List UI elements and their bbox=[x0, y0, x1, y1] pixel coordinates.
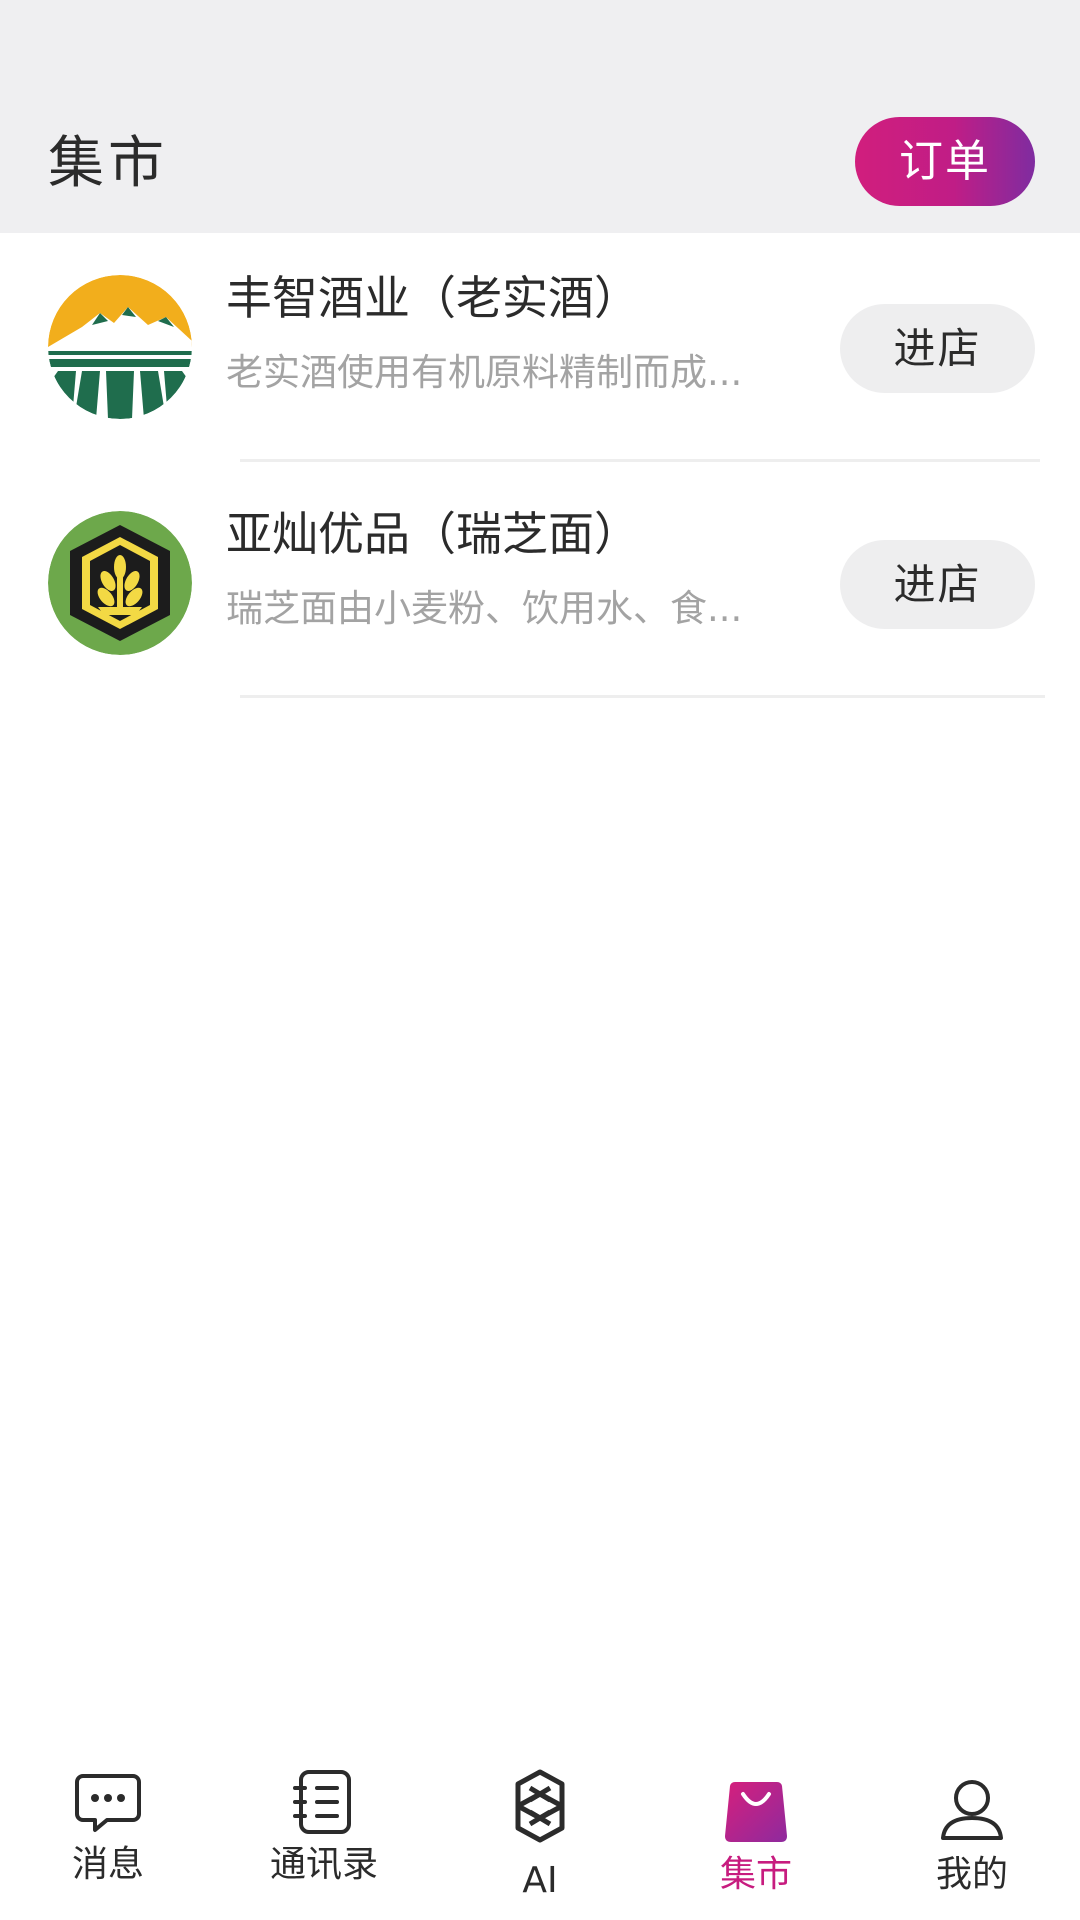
market-page: 集市 订单 丰智酒业（老实酒） 老实酒使用有机原料精制而成... 进店 亚灿优品… bbox=[0, 0, 1080, 1920]
ai-knot-icon bbox=[500, 1766, 580, 1846]
nav-label: 我的 bbox=[935, 1854, 1008, 1895]
orders-button[interactable]: 订单 bbox=[855, 117, 1035, 206]
shop-name: 丰智酒业（老实酒） bbox=[226, 271, 640, 325]
nav-label: 通讯录 bbox=[269, 1844, 378, 1885]
contacts-book-icon bbox=[289, 1768, 359, 1838]
divider bbox=[240, 695, 1045, 698]
shopping-bag-icon bbox=[721, 1778, 791, 1848]
shop-list-item[interactable]: 丰智酒业（老实酒） 老实酒使用有机原料精制而成... 进店 bbox=[0, 233, 1080, 469]
shop-description: 瑞芝面由小麦粉、饮用水、食... bbox=[226, 587, 743, 630]
enter-shop-button[interactable]: 进店 bbox=[840, 304, 1035, 393]
nav-item-profile[interactable]: 我的 bbox=[864, 1752, 1080, 1920]
nav-item-messages[interactable]: 消息 bbox=[0, 1752, 216, 1920]
nav-label: 消息 bbox=[71, 1844, 144, 1885]
nav-item-market[interactable]: 集市 bbox=[648, 1752, 864, 1920]
nav-item-contacts[interactable]: 通讯录 bbox=[216, 1752, 432, 1920]
bottom-nav: 消息 通讯录 AI 集市 我的 bbox=[0, 1752, 1080, 1920]
shop-list-item[interactable]: 亚灿优品（瑞芝面） 瑞芝面由小麦粉、饮用水、食... 进店 bbox=[0, 469, 1080, 705]
chat-bubble-icon bbox=[73, 1768, 143, 1838]
wheat-badge-logo-icon bbox=[48, 511, 192, 655]
nav-label: 集市 bbox=[719, 1854, 792, 1895]
divider bbox=[240, 459, 1040, 462]
nav-label: AI bbox=[522, 1860, 558, 1901]
enter-shop-button[interactable]: 进店 bbox=[840, 540, 1035, 629]
mountain-field-logo-icon bbox=[48, 275, 192, 419]
shop-description: 老实酒使用有机原料精制而成... bbox=[226, 351, 743, 394]
user-icon bbox=[937, 1776, 1007, 1846]
page-title: 集市 bbox=[48, 131, 168, 196]
shop-name: 亚灿优品（瑞芝面） bbox=[226, 507, 640, 561]
nav-item-ai[interactable]: AI bbox=[432, 1752, 648, 1920]
header: 集市 订单 bbox=[0, 0, 1080, 233]
